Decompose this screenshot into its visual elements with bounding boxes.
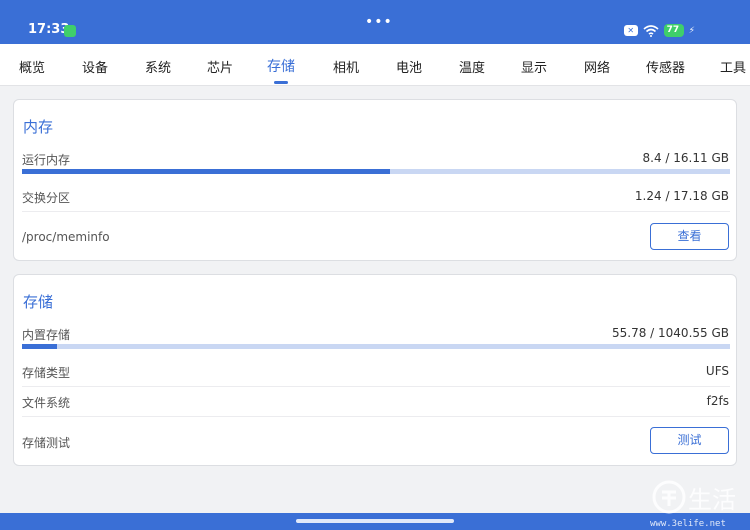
ram-label: 运行内存 xyxy=(22,153,71,167)
watermark-logo-icon xyxy=(652,480,686,514)
divider xyxy=(22,416,730,417)
status-bar: 17:33 ••• ✕ 77 ⚡ xyxy=(0,0,750,44)
tab-bar: 概览 设备 系统 芯片 存储 相机 电池 温度 显示 网络 传感器 工具 xyxy=(0,44,750,86)
active-tab-indicator xyxy=(274,81,288,84)
memory-title: 内存 xyxy=(23,118,54,136)
divider xyxy=(22,386,730,387)
ram-progress-fill xyxy=(22,169,391,174)
multitasking-dots-icon[interactable]: ••• xyxy=(365,14,393,30)
storage-progress-bar xyxy=(22,344,730,349)
view-meminfo-button[interactable]: 查看 xyxy=(650,223,729,250)
ram-progress-bar xyxy=(22,169,730,174)
tab-system[interactable]: 系统 xyxy=(145,57,171,76)
tab-camera[interactable]: 相机 xyxy=(333,57,359,76)
internal-storage-label: 内置存储 xyxy=(22,328,71,342)
tab-battery[interactable]: 电池 xyxy=(396,57,422,76)
swap-value: 1.24 / 17.18 GB xyxy=(634,189,729,203)
memory-card: 内存 运行内存 8.4 / 16.11 GB 交换分区 1.24 / 17.18… xyxy=(13,99,737,261)
storage-test-label: 存储测试 xyxy=(22,436,71,450)
storage-progress-fill xyxy=(22,344,58,349)
tab-sensors[interactable]: 传感器 xyxy=(646,57,685,76)
home-indicator[interactable] xyxy=(296,519,454,523)
sim-off-icon: ✕ xyxy=(623,25,638,36)
status-icons: ✕ 77 ⚡ xyxy=(623,24,695,37)
divider xyxy=(22,211,730,212)
storage-card: 存储 内置存储 55.78 / 1040.55 GB 存储类型 UFS 文件系统… xyxy=(13,274,737,466)
tab-tools[interactable]: 工具 xyxy=(720,57,746,76)
filesystem-label: 文件系统 xyxy=(22,396,71,410)
tab-display[interactable]: 显示 xyxy=(521,57,547,76)
wifi-icon xyxy=(643,24,659,37)
tab-temperature[interactable]: 温度 xyxy=(459,57,485,76)
internal-storage-value: 55.78 / 1040.55 GB xyxy=(612,326,729,340)
bottom-bar xyxy=(0,513,750,530)
storage-type-value: UFS xyxy=(705,364,729,378)
battery-indicator: 77 xyxy=(663,24,684,37)
storage-title: 存储 xyxy=(23,293,54,311)
watermark-text: 生活 xyxy=(688,486,736,514)
tab-device[interactable]: 设备 xyxy=(82,57,108,76)
tab-storage[interactable]: 存储 xyxy=(267,56,295,76)
tab-overview[interactable]: 概览 xyxy=(19,57,45,76)
app-notification-icon xyxy=(64,25,76,37)
ram-value: 8.4 / 16.11 GB xyxy=(642,151,729,165)
tab-chip[interactable]: 芯片 xyxy=(207,57,233,76)
charging-icon: ⚡ xyxy=(688,25,695,36)
storage-type-label: 存储类型 xyxy=(22,366,71,380)
tab-network[interactable]: 网络 xyxy=(584,57,610,76)
filesystem-value: f2fs xyxy=(706,394,729,408)
watermark-url: www.3elife.net xyxy=(650,519,726,529)
swap-label: 交换分区 xyxy=(22,191,71,205)
watermark: 生活 www.3elife.net xyxy=(650,478,750,530)
meminfo-label: /proc/meminfo xyxy=(22,230,110,244)
storage-test-button[interactable]: 测试 xyxy=(650,427,729,454)
